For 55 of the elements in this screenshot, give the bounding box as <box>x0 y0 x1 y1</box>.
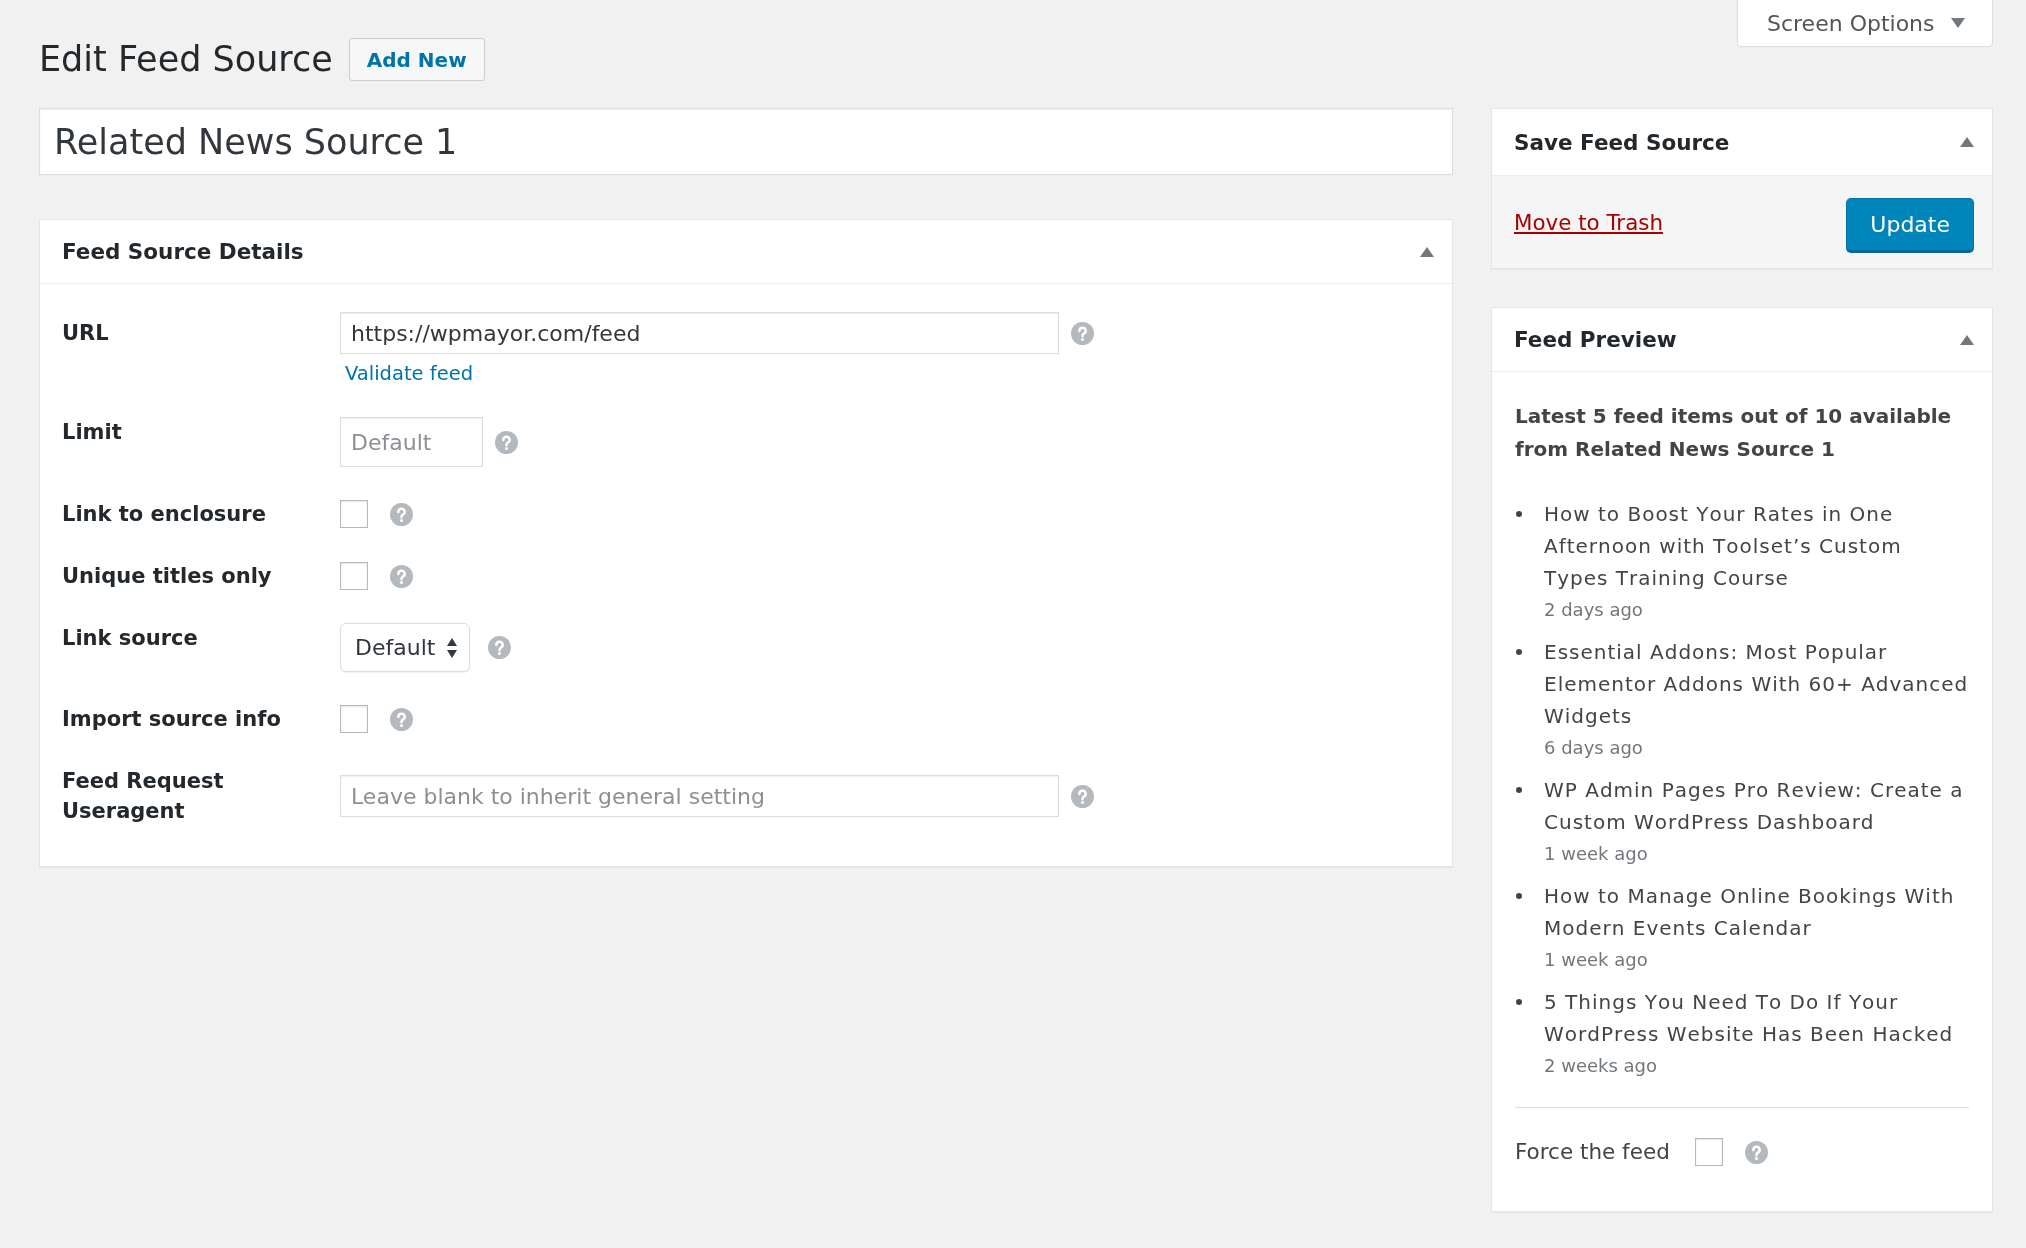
text-field[interactable]: https://wpmayor.com/feed <box>340 312 1059 354</box>
update-button[interactable]: Update <box>1846 197 1974 253</box>
select-dropdown[interactable]: Default <box>340 623 470 672</box>
field-link[interactable]: Validate feed <box>345 363 474 385</box>
field-label: Limit <box>62 419 123 446</box>
bullet-icon <box>1516 999 1522 1005</box>
help-icon[interactable] <box>488 636 511 659</box>
feed-item-title: 5 Things You Need To Do If Your WordPress Website Has Been Hacked <box>1544 989 1955 1048</box>
feed-item-date: 2 days ago <box>1544 598 1644 622</box>
preview-summary: Latest 5 feed items out of 10 available from Related News Source 1 <box>1515 403 1953 463</box>
field-label: Force the feed <box>1515 1138 1670 1166</box>
checkbox[interactable] <box>340 500 368 528</box>
checkbox[interactable] <box>340 562 368 590</box>
field-label: Unique titles only <box>62 563 273 590</box>
text-field[interactable]: Leave blank to inherit general setting <box>340 775 1059 817</box>
help-icon[interactable] <box>1744 1140 1768 1164</box>
field-label: URL <box>62 320 110 347</box>
updown-arrows-icon <box>447 637 457 658</box>
bullet-icon <box>1516 649 1522 655</box>
feed-item-title: How to Manage Online Bookings With Modern Events Calendar <box>1544 883 1956 942</box>
caret-down-icon <box>1950 18 1965 28</box>
number-field[interactable]: Default <box>340 417 483 467</box>
checkbox[interactable] <box>1694 1138 1723 1166</box>
feed-item-title: Essential Addons: Most Popular Elementor Addons With 60+ Advanced Widgets <box>1544 639 1970 730</box>
help-icon[interactable] <box>390 502 413 526</box>
checkbox[interactable] <box>340 705 368 733</box>
feed-item-date: 1 week ago <box>1544 842 1649 866</box>
screen-options-tab[interactable]: Screen Options <box>1737 0 1993 47</box>
help-icon[interactable] <box>1071 784 1094 808</box>
field-label: Link to enclosure <box>62 501 267 528</box>
help-icon[interactable] <box>495 430 518 454</box>
help-icon[interactable] <box>390 707 413 731</box>
bullet-icon <box>1516 893 1522 899</box>
feed-item-date: 2 weeks ago <box>1544 1054 1659 1078</box>
panel-title: Feed Source Details <box>62 239 304 264</box>
caret-up-icon[interactable] <box>1960 334 1974 345</box>
feed-item-date: 1 week ago <box>1544 948 1649 972</box>
page-title: Edit Feed Source <box>39 38 333 81</box>
field-label: Feed Request Useragent <box>62 768 225 825</box>
caret-up-icon[interactable] <box>1960 137 1974 147</box>
feed-item-title: How to Boost Your Rates in One Afternoon with Toolset’s Custom Types Training Course <box>1544 501 1903 592</box>
field-label: Import source info <box>62 706 282 733</box>
caret-up-icon[interactable] <box>1420 246 1434 257</box>
trash-link[interactable]: Move to Trash <box>1514 209 1663 235</box>
bullet-icon <box>1516 787 1522 793</box>
bullet-icon <box>1516 511 1522 517</box>
field-label: Link source <box>62 625 199 652</box>
feed-item-date: 6 days ago <box>1544 736 1644 760</box>
help-icon[interactable] <box>390 564 413 588</box>
feed-item-title: WP Admin Pages Pro Review: Create a Custom WordPress Dashboard <box>1544 777 1965 836</box>
title-field[interactable]: Related News Source 1 <box>39 108 1453 175</box>
panel-title: Save Feed Source <box>1514 129 1730 155</box>
panel-title: Feed Preview <box>1514 327 1677 352</box>
help-icon[interactable] <box>1071 321 1094 345</box>
add-new-button[interactable]: Add New <box>348 38 485 81</box>
